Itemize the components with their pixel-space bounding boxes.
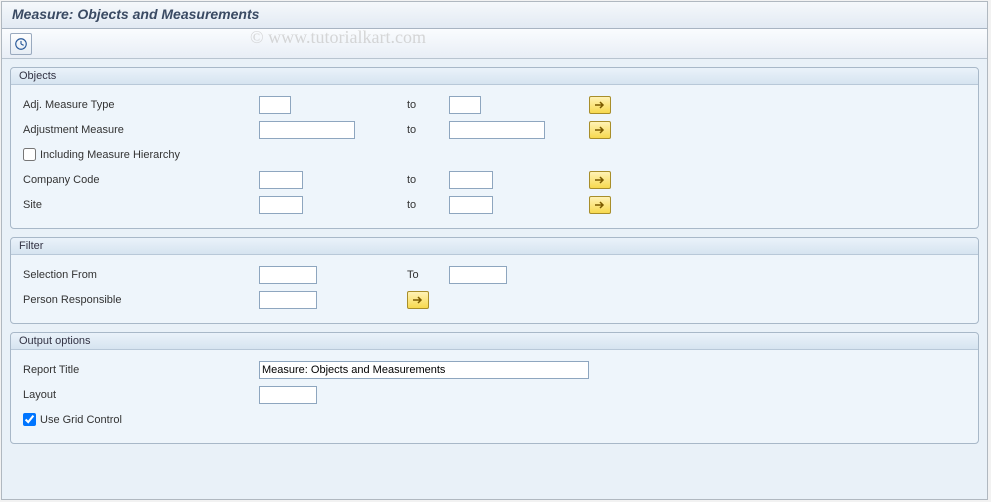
arrow-right-icon (594, 125, 606, 135)
label-use-grid: Use Grid Control (40, 414, 122, 426)
multi-select-button[interactable] (589, 96, 611, 114)
label-including-hierarchy: Including Measure Hierarchy (40, 149, 180, 161)
layout-input[interactable] (259, 386, 317, 404)
row-site: Site to (19, 193, 970, 216)
report-title-input[interactable] (259, 361, 589, 379)
application-toolbar (2, 29, 987, 59)
arrow-right-icon (594, 200, 606, 210)
selection-from-low[interactable] (259, 266, 317, 284)
clock-execute-icon (14, 37, 28, 51)
adjustment-measure-high[interactable] (449, 121, 545, 139)
adj-measure-type-low[interactable] (259, 96, 291, 114)
company-code-low[interactable] (259, 171, 303, 189)
label-site: Site (19, 199, 259, 211)
title-bar: Measure: Objects and Measurements (2, 2, 987, 29)
sep-label: to (369, 174, 449, 186)
adj-measure-type-high[interactable] (449, 96, 481, 114)
including-hierarchy-checkbox[interactable] (23, 148, 36, 161)
sep-label: to (369, 124, 449, 136)
multi-select-button[interactable] (589, 196, 611, 214)
label-report-title: Report Title (19, 364, 259, 376)
label-selection-from: Selection From (19, 269, 259, 281)
label-layout: Layout (19, 389, 259, 401)
group-output-options: Output options Report Title Layout Use G… (10, 332, 979, 444)
row-including-hierarchy: Including Measure Hierarchy (19, 143, 970, 166)
row-adjustment-measure: Adjustment Measure to (19, 118, 970, 141)
sep-label: to (369, 99, 449, 111)
row-report-title: Report Title (19, 358, 970, 381)
selection-from-high[interactable] (449, 266, 507, 284)
window: Measure: Objects and Measurements Object… (1, 1, 988, 500)
row-company-code: Company Code to (19, 168, 970, 191)
multi-select-button[interactable] (589, 171, 611, 189)
label-adj-measure-type: Adj. Measure Type (19, 99, 259, 111)
adjustment-measure-low[interactable] (259, 121, 355, 139)
arrow-right-icon (594, 175, 606, 185)
content-area: Objects Adj. Measure Type to Adjustment … (2, 59, 987, 499)
label-adjustment-measure: Adjustment Measure (19, 124, 259, 136)
sep-label: to (369, 199, 449, 211)
company-code-high[interactable] (449, 171, 493, 189)
site-high[interactable] (449, 196, 493, 214)
person-responsible-input[interactable] (259, 291, 317, 309)
group-filter: Filter Selection From To Person Responsi… (10, 237, 979, 324)
row-person-responsible: Person Responsible (19, 288, 970, 311)
multi-select-button[interactable] (407, 291, 429, 309)
group-header-output: Output options (11, 333, 978, 350)
label-company-code: Company Code (19, 174, 259, 186)
arrow-right-icon (412, 295, 424, 305)
group-header-filter: Filter (11, 238, 978, 255)
sep-label: To (369, 269, 449, 281)
row-adj-measure-type: Adj. Measure Type to (19, 93, 970, 116)
row-selection-from: Selection From To (19, 263, 970, 286)
group-objects: Objects Adj. Measure Type to Adjustment … (10, 67, 979, 229)
group-header-objects: Objects (11, 68, 978, 85)
page-title: Measure: Objects and Measurements (12, 6, 977, 22)
multi-select-button[interactable] (589, 121, 611, 139)
use-grid-checkbox[interactable] (23, 413, 36, 426)
label-person-responsible: Person Responsible (19, 294, 259, 306)
arrow-right-icon (594, 100, 606, 110)
execute-button[interactable] (10, 33, 32, 55)
row-layout: Layout (19, 383, 970, 406)
row-use-grid: Use Grid Control (19, 408, 970, 431)
site-low[interactable] (259, 196, 303, 214)
